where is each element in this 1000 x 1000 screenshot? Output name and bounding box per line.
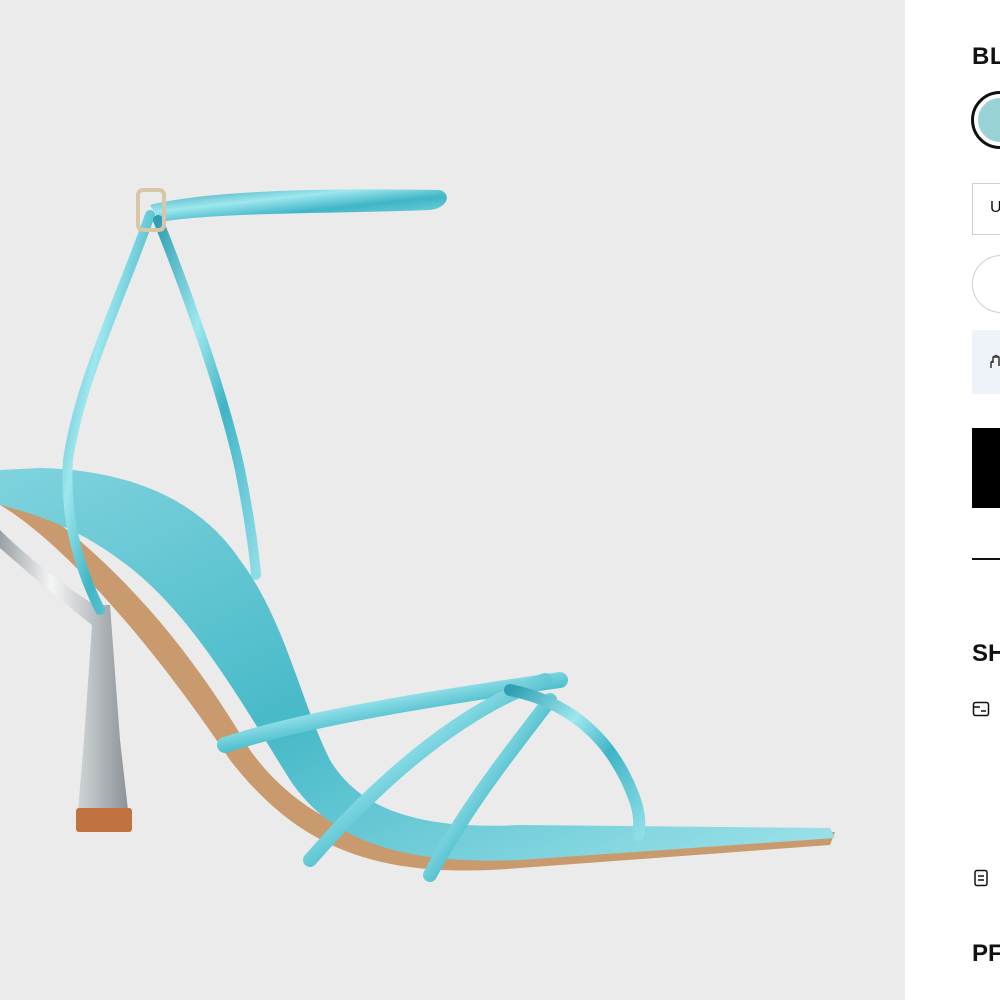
color-swatch-selected[interactable] xyxy=(971,91,1000,149)
product-image-sandal xyxy=(0,188,835,882)
color-heading: BL xyxy=(972,43,1000,70)
add-to-bag-button[interactable] xyxy=(972,428,1000,508)
section-divider xyxy=(972,558,1000,560)
notice-banner xyxy=(972,330,1000,394)
product-heading: PF xyxy=(972,940,1000,967)
product-image-panel[interactable] xyxy=(0,0,905,1000)
shipping-heading: SH xyxy=(972,640,1000,667)
document-icon xyxy=(972,869,990,887)
hand-icon xyxy=(990,354,1000,368)
delivery-card-icon xyxy=(972,700,990,718)
color-swatch-fill xyxy=(978,98,1000,142)
size-select[interactable]: U xyxy=(972,183,1000,235)
product-details-panel: BL U SH PF xyxy=(905,0,1000,1000)
wishlist-button[interactable] xyxy=(972,255,1000,313)
